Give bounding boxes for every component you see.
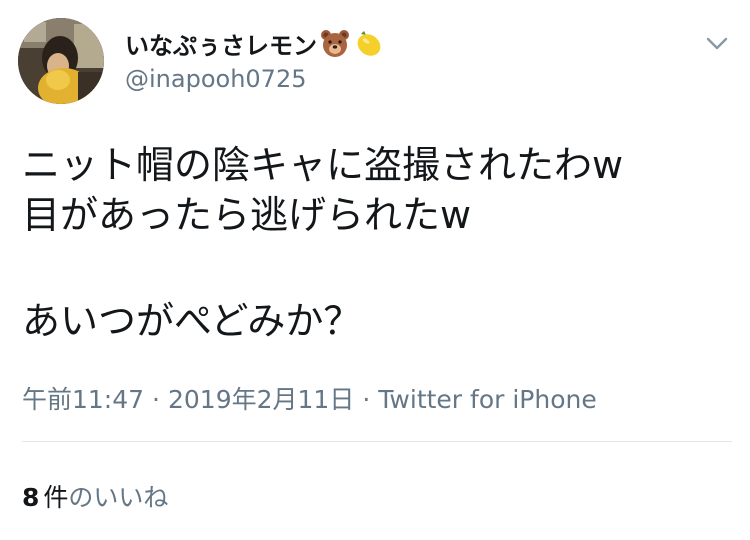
bear-face-icon [320,28,350,58]
avatar-photo [18,18,104,104]
likes-summary[interactable]: 8 件のいいね [22,478,168,514]
tweet-text-line: ニット帽の陰キャに盗撮されたわw [22,143,624,187]
lemon-icon [353,28,383,58]
handle[interactable]: @inapooh0725 [125,65,306,93]
tweet-date[interactable]: 2019年2月11日 [168,385,354,414]
tweet-metadata: 午前11:47 · 2019年2月11日 · Twitter for iPhone [22,380,597,416]
tweet-time[interactable]: 午前11:47 [22,385,144,414]
tweet-card: いなぷぅさレモン @inapooh0725 ニット帽の陰キャに盗撮されたわw 目… [0,0,750,540]
likes-label: のいいね [68,483,169,512]
avatar[interactable] [18,18,104,104]
tweet-source[interactable]: Twitter for iPhone [378,385,596,414]
separator: · [362,385,371,414]
chevron-down-icon[interactable] [702,28,732,58]
likes-count: 8 [22,483,40,512]
tweet-text-line: あいつがぺどみか？ [22,299,362,343]
tweet-text: ニット帽の陰キャに盗撮されたわw 目があったら逃げられたw あいつがぺどみか？ [22,140,732,346]
display-name[interactable]: いなぷぅさレモン [125,26,383,60]
display-name-text: いなぷぅさレモン [125,31,317,60]
separator: · [152,385,160,414]
tweet-text-line: 目があったら逃げられたw [22,193,472,237]
divider [22,441,732,442]
likes-unit: 件 [43,483,69,512]
